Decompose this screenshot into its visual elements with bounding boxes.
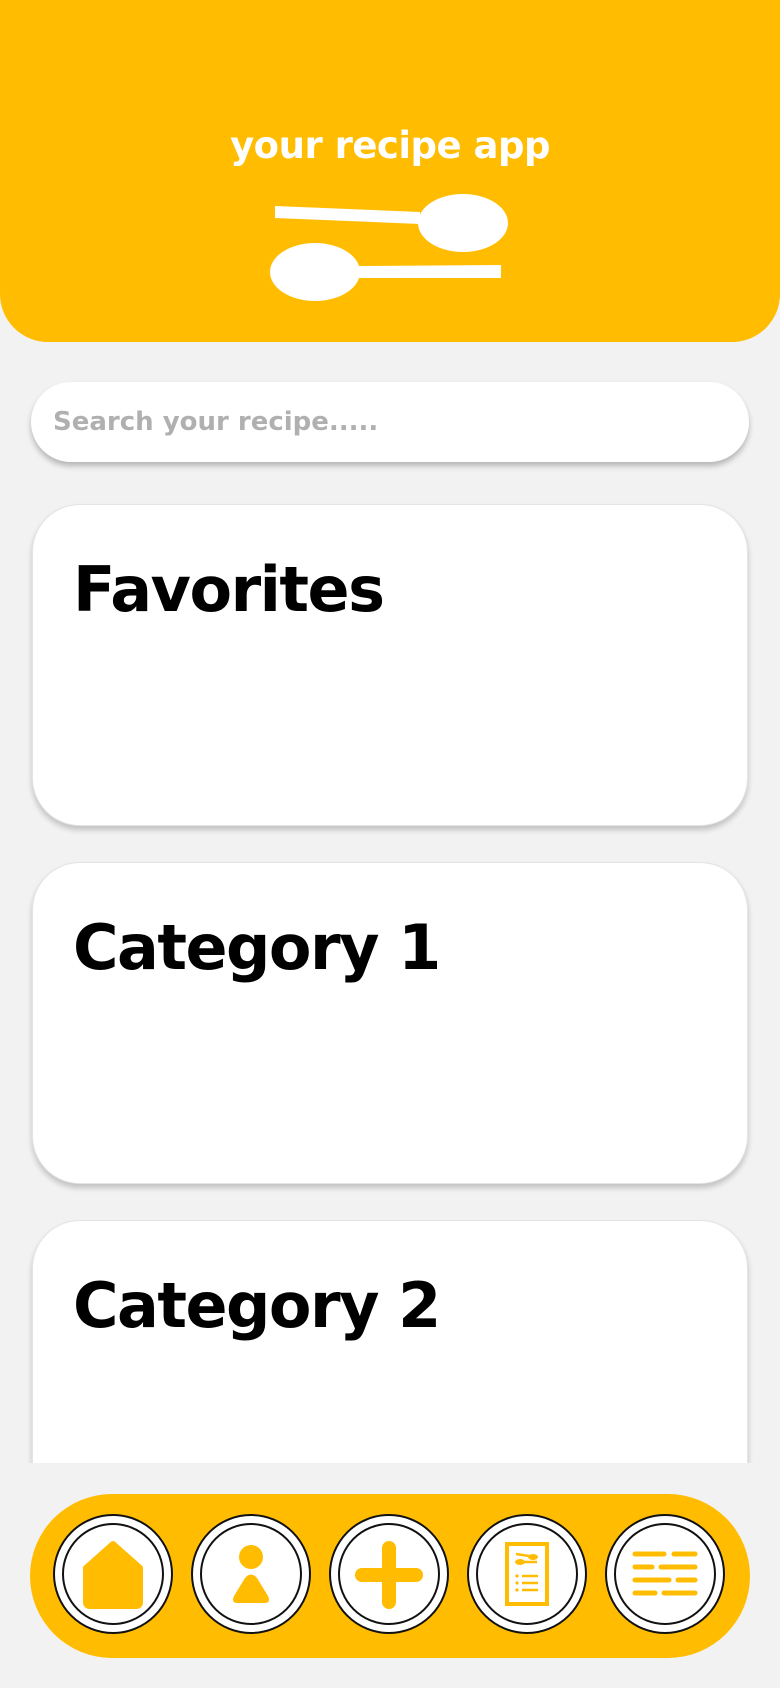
profile-icon [233,1545,269,1603]
card-title: Category 1 [73,911,441,984]
menu-list-icon [632,1551,698,1596]
app-header: your recipe app [0,0,780,342]
app-title: your recipe app [230,124,550,167]
card-title: Category 2 [73,1269,441,1342]
search-input[interactable] [31,382,749,462]
category-2-card[interactable]: Category 2 [32,1220,748,1463]
recipe-book-icon [505,1542,549,1606]
add-button[interactable] [329,1514,449,1634]
recipe-book-button[interactable] [467,1514,587,1634]
home-icon [83,1541,143,1609]
card-title: Favorites [73,553,385,626]
home-button[interactable] [53,1514,173,1634]
menu-button[interactable] [605,1514,725,1634]
favorites-card[interactable]: Favorites [32,504,748,826]
add-icon [355,1541,423,1609]
crossed-spoons-icon [270,194,508,301]
bottom-nav-bar [30,1494,750,1658]
category-1-card[interactable]: Category 1 [32,862,748,1184]
profile-button[interactable] [191,1514,311,1634]
category-list[interactable]: Favorites Category 1 Category 2 [0,490,780,1463]
